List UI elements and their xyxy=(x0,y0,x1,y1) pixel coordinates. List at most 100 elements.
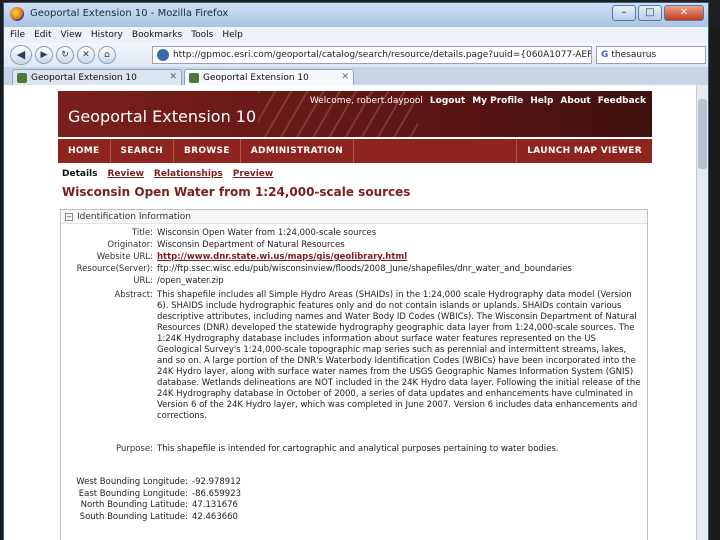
page-viewport: Geoportal Extension 10 Welcome, robert.d… xyxy=(4,85,708,540)
field-originator: Originator: Wisconsin Department of Natu… xyxy=(61,240,649,251)
field-resource: Resource(Server): ftp://ftp.ssec.wisc.ed… xyxy=(61,264,649,275)
field-value: This shapefile includes all Simple Hydro… xyxy=(157,290,641,421)
bound-label: East Bounding Longitude: xyxy=(78,488,188,499)
welcome-text: Welcome, robert.daypool xyxy=(309,96,423,106)
menu-bar: File Edit View History Bookmarks Tools H… xyxy=(4,27,708,43)
field-value: Wisconsin Open Water from 1:24,000-scale… xyxy=(157,228,377,238)
field-label: URL: xyxy=(133,276,153,286)
nav-home[interactable]: HOME xyxy=(58,139,111,163)
about-link[interactable]: About xyxy=(560,96,590,106)
field-abstract: Abstract: This shapefile includes all Si… xyxy=(61,290,649,422)
menu-history[interactable]: History xyxy=(91,30,123,40)
home-icon: ⌂ xyxy=(104,50,110,60)
menu-view[interactable]: View xyxy=(61,30,82,40)
field-label: Website URL: xyxy=(96,252,153,262)
nav-browse[interactable]: BROWSE xyxy=(174,139,241,163)
field-purpose: Purpose: This shapefile is intended for … xyxy=(61,444,649,455)
my-profile-link[interactable]: My Profile xyxy=(472,96,523,106)
feedback-link[interactable]: Feedback xyxy=(598,96,646,106)
bound-value: 42.463660 xyxy=(192,511,238,522)
launch-map-viewer-button[interactable]: LAUNCH MAP VIEWER xyxy=(516,139,652,163)
stop-icon: ✕ xyxy=(82,50,90,60)
field-value: This shapefile is intended for cartograp… xyxy=(157,444,559,454)
tab-favicon-icon xyxy=(17,72,27,83)
tab-bar: Geoportal Extension 10 ✕ Geoportal Exten… xyxy=(4,67,708,85)
scrollbar-thumb[interactable] xyxy=(698,99,707,169)
reload-button[interactable]: ↻ xyxy=(56,46,74,64)
address-bar[interactable]: http://gpmoc.esri.com/geoportal/catalog/… xyxy=(152,46,592,64)
back-button[interactable]: ◀ xyxy=(10,45,32,65)
menu-edit[interactable]: Edit xyxy=(34,30,51,40)
field-value: ftp://ftp.ssec.wisc.edu/pub/wisconsinvie… xyxy=(157,264,572,274)
search-engine-icon: G xyxy=(601,50,609,60)
forward-button[interactable]: ▶ xyxy=(35,46,53,64)
bound-row: West Bounding Longitude: -92.978912 xyxy=(64,477,241,489)
bound-row: South Bounding Latitude: 42.463660 xyxy=(64,512,241,524)
navigation-toolbar: ◀ ▶ ↻ ✕ ⌂ http://gpmoc.esri.com/geoporta… xyxy=(4,43,708,67)
search-query: thesaurus xyxy=(611,50,657,60)
field-website: Website URL: http://www.dnr.state.wi.us/… xyxy=(61,252,649,263)
bound-label: North Bounding Latitude: xyxy=(80,500,188,510)
field-label: Resource(Server): xyxy=(76,264,153,274)
menu-file[interactable]: File xyxy=(10,30,25,40)
tab-relationships[interactable]: Relationships xyxy=(154,169,223,179)
back-arrow-icon: ◀ xyxy=(16,48,26,61)
firefox-icon xyxy=(10,7,24,21)
collapse-toggle-icon[interactable]: − xyxy=(65,212,73,221)
field-value: /open_water.zip xyxy=(157,276,224,286)
bound-label: West Bounding Longitude: xyxy=(76,477,188,487)
menu-tools[interactable]: Tools xyxy=(191,30,213,40)
bound-row: North Bounding Latitude: 47.131676 xyxy=(64,500,241,512)
maximize-button[interactable]: □ xyxy=(638,5,662,21)
bound-row: East Bounding Longitude: -86.659923 xyxy=(64,489,241,501)
window-controls: – □ ✕ xyxy=(612,5,704,21)
section-header[interactable]: − Identification Information xyxy=(61,210,647,224)
vertical-scrollbar[interactable] xyxy=(696,85,708,540)
tab-close-icon[interactable]: ✕ xyxy=(341,72,349,82)
title-bar: Geoportal Extension 10 - Mozilla Firefox… xyxy=(4,3,708,27)
bound-value: 47.131676 xyxy=(192,500,238,510)
stop-button[interactable]: ✕ xyxy=(77,46,95,64)
logout-link[interactable]: Logout xyxy=(430,96,465,106)
field-title: Title: Wisconsin Open Water from 1:24,00… xyxy=(61,228,649,239)
search-input[interactable]: G thesaurus xyxy=(596,46,706,64)
menu-help[interactable]: Help xyxy=(222,30,243,40)
nav-search[interactable]: SEARCH xyxy=(111,139,174,163)
nav-administration[interactable]: ADMINISTRATION xyxy=(241,139,355,163)
site-favicon-icon xyxy=(157,49,169,61)
browser-window: Geoportal Extension 10 - Mozilla Firefox… xyxy=(3,2,709,540)
reload-icon: ↻ xyxy=(61,50,69,60)
home-button[interactable]: ⌂ xyxy=(98,46,116,64)
field-label: Purpose: xyxy=(116,444,153,454)
tab-label: Geoportal Extension 10 xyxy=(203,72,309,83)
tab-preview[interactable]: Preview xyxy=(233,169,274,179)
detail-subtabs: Details Review Relationships Preview xyxy=(62,169,273,179)
help-link[interactable]: Help xyxy=(530,96,553,106)
section-title: Identification Information xyxy=(77,211,191,222)
minimize-button[interactable]: – xyxy=(612,5,636,21)
tab-details[interactable]: Details xyxy=(62,169,97,179)
page-title: Wisconsin Open Water from 1:24,000-scale… xyxy=(62,185,411,199)
tab-review[interactable]: Review xyxy=(107,169,143,179)
tab-label: Geoportal Extension 10 xyxy=(31,72,137,83)
window-title: Geoportal Extension 10 - Mozilla Firefox xyxy=(30,8,229,19)
bound-value: -92.978912 xyxy=(192,477,242,487)
field-label: Abstract: xyxy=(114,290,153,300)
close-button[interactable]: ✕ xyxy=(664,5,704,21)
geoportal-header: Geoportal Extension 10 Welcome, robert.d… xyxy=(58,91,652,137)
tab-favicon-icon xyxy=(189,72,199,83)
bound-value: -86.659923 xyxy=(192,488,242,499)
address-url: http://gpmoc.esri.com/geoportal/catalog/… xyxy=(172,50,591,60)
menu-bookmarks[interactable]: Bookmarks xyxy=(132,30,182,40)
field-label: Originator: xyxy=(107,240,153,250)
bounding-coordinates: West Bounding Longitude: -92.978912 East… xyxy=(64,477,241,523)
main-nav: HOME SEARCH BROWSE ADMINISTRATION LAUNCH… xyxy=(58,139,652,163)
brand-title: Geoportal Extension 10 xyxy=(68,107,257,126)
field-value: Wisconsin Department of Natural Resource… xyxy=(157,240,345,250)
header-links: Welcome, robert.daypool Logout My Profil… xyxy=(310,96,646,106)
tab-close-icon[interactable]: ✕ xyxy=(169,72,177,82)
forward-arrow-icon: ▶ xyxy=(40,50,48,60)
tab-geoportal-1[interactable]: Geoportal Extension 10 ✕ xyxy=(12,69,182,85)
tab-geoportal-2[interactable]: Geoportal Extension 10 ✕ xyxy=(184,69,354,85)
website-link[interactable]: http://www.dnr.state.wi.us/maps/gis/geol… xyxy=(157,252,649,263)
